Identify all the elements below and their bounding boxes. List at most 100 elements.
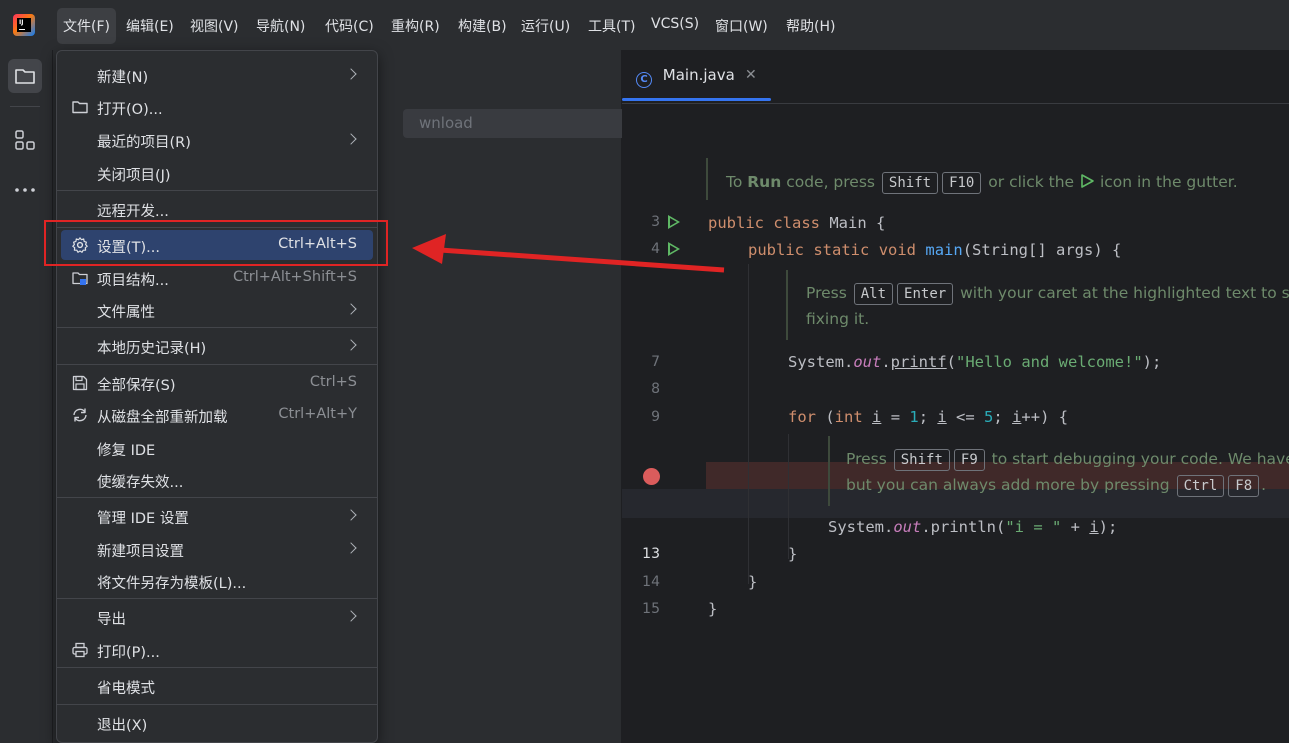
menu-navigate[interactable]: 导航(N)	[256, 16, 305, 36]
code-content[interactable]: To Run code, press Shift F10 or click the…	[706, 104, 1289, 743]
printer-icon	[72, 642, 88, 658]
menu-item-new[interactable]: 新建(N)	[61, 60, 373, 90]
active-tab-indicator	[622, 98, 771, 101]
menu-refactor[interactable]: 重构(R)	[391, 16, 440, 36]
chevron-right-icon	[345, 509, 357, 521]
project-tool-button[interactable]	[8, 59, 42, 93]
inline-hint-run: To Run code, press Shift F10 or click the…	[726, 169, 1238, 195]
menu-separator	[57, 704, 377, 705]
menu-separator	[57, 327, 377, 328]
menu-code[interactable]: 代码(C)	[325, 16, 374, 36]
menu-edit[interactable]: 编辑(E)	[126, 16, 174, 36]
tab-label: Main.java	[662, 66, 735, 84]
menu-bar: IJ 文件(F) 编辑(E) 视图(V) 导航(N) 代码(C) 重构(R) 构…	[0, 0, 1289, 50]
project-search-field[interactable]: wnload	[403, 109, 656, 138]
menu-item-print[interactable]: 打印(P)...	[61, 635, 373, 665]
line-number: 15	[642, 601, 660, 617]
menu-item-invalidate-caches[interactable]: 使缓存失效...	[61, 465, 373, 495]
key-f10: F10	[942, 172, 982, 194]
key-ctrl: Ctrl	[1176, 475, 1225, 497]
menu-item-power-save[interactable]: 省电模式	[61, 671, 373, 701]
annotation-highlight-box	[44, 220, 388, 266]
line-number: 13	[642, 546, 660, 562]
code-line: System.out.printf("Hello and welcome!");	[788, 353, 1162, 371]
menu-help[interactable]: 帮助(H)	[786, 16, 835, 36]
breakpoint-icon[interactable]	[643, 468, 660, 485]
menu-item-file-properties[interactable]: 文件属性	[61, 295, 373, 325]
hint-bar	[828, 436, 830, 506]
menu-item-save-all[interactable]: 全部保存(S) Ctrl+S	[61, 368, 373, 398]
structure-tool-button[interactable]	[8, 123, 42, 157]
chevron-right-icon	[345, 610, 357, 622]
more-tools-button[interactable]	[8, 173, 42, 207]
folder-icon	[15, 69, 35, 84]
run-gutter-icon[interactable]	[668, 242, 680, 256]
menu-separator	[57, 364, 377, 365]
file-menu-dropdown: 新建(N) 打开(O)... 最近的项目(R) 关闭项目(J) 远程开发... …	[56, 50, 378, 743]
menu-view[interactable]: 视图(V)	[190, 16, 239, 36]
code-line: }	[748, 573, 758, 591]
reload-icon	[73, 408, 87, 422]
key-f9: F9	[953, 449, 985, 471]
close-tab-icon[interactable]: ✕	[745, 67, 757, 83]
code-line: for (int i = 1; i <= 5; i++) {	[788, 408, 1069, 426]
hint-bar	[706, 158, 708, 200]
menu-item-reload-all[interactable]: 从磁盘全部重新加载 Ctrl+Alt+Y	[61, 400, 373, 430]
line-number: 9	[651, 409, 660, 425]
code-line: System.out.println("i = " + i);	[828, 518, 1118, 536]
menu-separator	[57, 598, 377, 599]
inline-hint-debug: Press Shift F9 to start debugging your co…	[846, 446, 1289, 498]
project-structure-icon	[72, 272, 88, 285]
menu-item-exit[interactable]: 退出(X)	[61, 708, 373, 738]
menu-file[interactable]: 文件(F)	[57, 8, 116, 44]
key-enter: Enter	[897, 283, 954, 305]
menu-window[interactable]: 窗口(W)	[715, 16, 768, 36]
hint-bar	[786, 270, 788, 340]
indent-guide	[748, 264, 749, 584]
line-number: 7	[651, 354, 660, 370]
menu-item-local-history[interactable]: 本地历史记录(H)	[61, 331, 373, 361]
structure-icon	[15, 130, 35, 150]
menu-item-export[interactable]: 导出	[61, 602, 373, 632]
menu-vcs[interactable]: VCS(S)	[651, 16, 699, 32]
line-number: 14	[642, 574, 660, 590]
menu-item-repair-ide[interactable]: 修复 IDE	[61, 433, 373, 463]
code-line: public class Main {	[708, 214, 886, 232]
more-horizontal-icon	[15, 188, 35, 192]
key-alt: Alt	[853, 283, 894, 305]
run-icon	[1081, 174, 1094, 188]
menu-item-close-project[interactable]: 关闭项目(J)	[61, 158, 373, 188]
menu-tools[interactable]: 工具(T)	[588, 16, 635, 36]
chevron-right-icon	[345, 542, 357, 554]
inline-hint-alt-enter: Press Alt Enter with your caret at the hi…	[806, 283, 1289, 328]
chevron-right-icon	[345, 339, 357, 351]
code-line: }	[788, 545, 798, 563]
key-shift: Shift	[881, 172, 939, 194]
menu-run[interactable]: 运行(U)	[521, 16, 570, 36]
chevron-right-icon	[345, 303, 357, 315]
tab-main-java[interactable]: C Main.java	[636, 66, 735, 88]
menu-build[interactable]: 构建(B)	[458, 16, 507, 36]
menu-item-new-project-settings[interactable]: 新建项目设置	[61, 534, 373, 564]
menu-item-manage-ide-settings[interactable]: 管理 IDE 设置	[61, 501, 373, 531]
line-number: 3	[651, 214, 660, 230]
code-line: }	[708, 600, 718, 618]
menu-separator	[57, 190, 377, 191]
line-number: 8	[651, 381, 660, 397]
chevron-right-icon	[345, 133, 357, 145]
intellij-logo-icon[interactable]: IJ	[13, 14, 35, 36]
key-shift: Shift	[893, 449, 950, 471]
java-class-icon: C	[636, 72, 652, 88]
menu-item-save-as-template[interactable]: 将文件另存为模板(L)...	[61, 566, 373, 596]
menu-separator	[57, 667, 377, 668]
menu-item-project-structure[interactable]: 项目结构... Ctrl+Alt+Shift+S	[61, 263, 373, 293]
key-f8: F8	[1228, 475, 1260, 497]
menu-item-recent-projects[interactable]: 最近的项目(R)	[61, 125, 373, 155]
toolstrip-divider	[10, 106, 40, 107]
editor-tab-bar: C Main.java ✕	[622, 50, 1289, 104]
menu-item-open[interactable]: 打开(O)...	[61, 92, 373, 122]
run-gutter-icon[interactable]	[668, 215, 680, 229]
save-icon	[72, 375, 88, 391]
menu-separator	[57, 497, 377, 498]
chevron-right-icon	[345, 68, 357, 80]
